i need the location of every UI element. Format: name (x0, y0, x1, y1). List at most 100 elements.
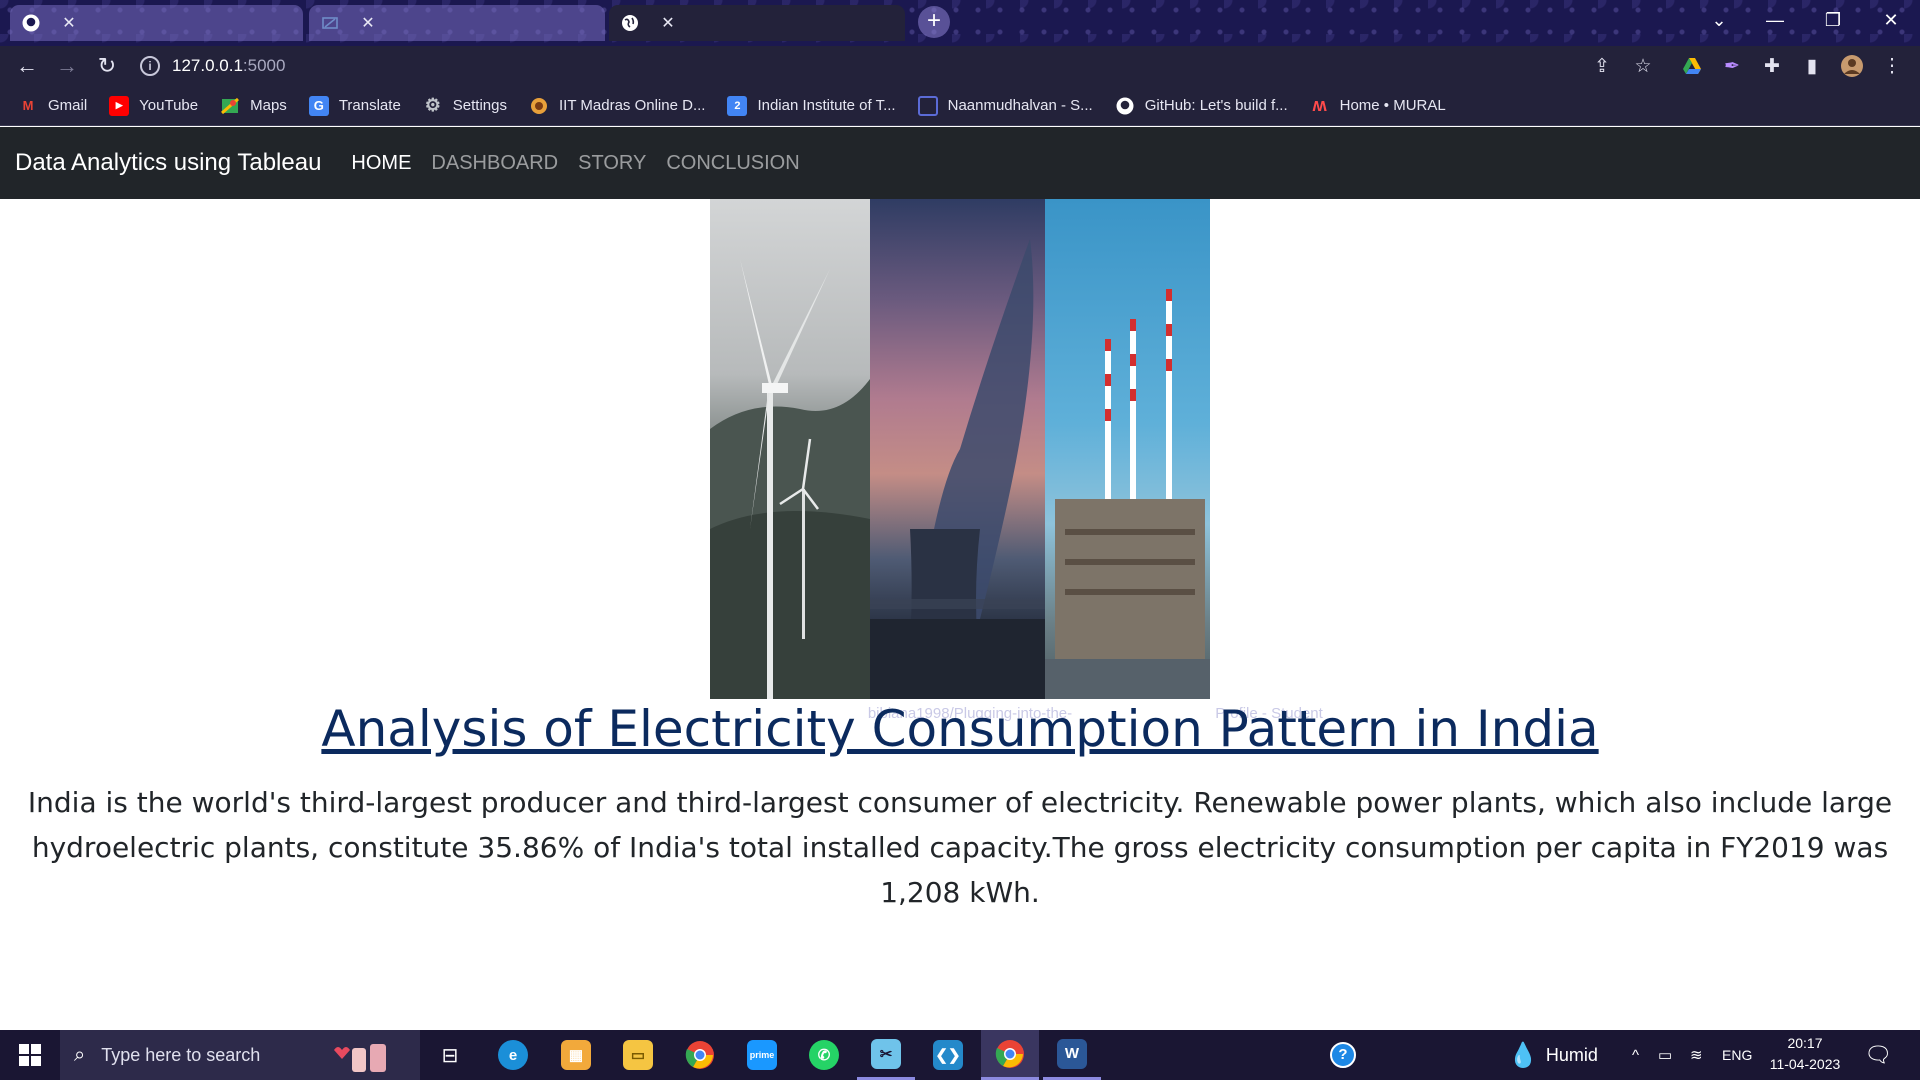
google-drive-icon[interactable] (1678, 52, 1706, 80)
nav-story[interactable]: STORY (578, 152, 646, 175)
bookmark-label: Maps (250, 97, 287, 114)
battery-icon[interactable]: ▭ (1658, 1030, 1672, 1080)
hero-image (710, 199, 1210, 699)
taskbar-search-placeholder: Type here to search (101, 1044, 261, 1065)
bookmark-indian-institute[interactable]: 2 Indian Institute of T... (727, 95, 896, 116)
notification-icon[interactable]: 🗨 (1864, 1030, 1892, 1080)
close-window-button[interactable]: ✕ (1864, 0, 1918, 40)
wind-turbine-image (710, 199, 870, 699)
bookmark-github[interactable]: GitHub: Let's build f... (1115, 96, 1288, 116)
back-button[interactable]: ← (12, 51, 42, 81)
site-navbar: Data Analytics using Tableau HOME DASHBO… (0, 127, 1920, 199)
site-info-icon[interactable]: i (140, 56, 160, 76)
minimize-button[interactable]: — (1748, 0, 1802, 40)
bookmark-label: Translate (338, 97, 401, 114)
bookmark-mural[interactable]: ʍ Home • MURAL (1310, 95, 1446, 116)
nav-dashboard[interactable]: DASHBOARD (431, 152, 558, 175)
show-hidden-icons[interactable]: ^ (1632, 1030, 1639, 1080)
bookmark-star-icon[interactable]: ☆ (1629, 52, 1657, 80)
store-icon[interactable]: ▦ (547, 1030, 605, 1080)
bookmark-label: Home • MURAL (1339, 97, 1446, 114)
nav-home[interactable]: HOME (351, 152, 411, 175)
windows-taskbar: ⌕ Type here to search ⊟ e ▦ ▭ prime ✆ ✂ … (0, 1030, 1920, 1080)
bookmark-gmail[interactable]: M Gmail (18, 96, 88, 116)
bookmark-naanmudhalvan[interactable]: Naanmudhalvan - S... (917, 95, 1093, 116)
chrome-profile-icon[interactable] (981, 1030, 1039, 1080)
address-port: :5000 (242, 56, 286, 75)
pen-extension-icon[interactable]: ✒ (1718, 52, 1746, 80)
page-title: Analysis of Electricity Consumption Patt… (0, 700, 1920, 758)
github-icon (1115, 96, 1135, 116)
new-tab-button[interactable]: + (918, 6, 950, 38)
browser-toolbar: ← → ↻ i 127.0.0.1:5000 ⇪ ☆ ✒ ✚ ▮ ⋮ (0, 46, 1920, 86)
snipping-tool-icon[interactable]: ✂ (857, 1030, 915, 1080)
cooling-tower-image (870, 199, 1045, 699)
wifi-icon[interactable]: ≋ (1690, 1030, 1703, 1080)
share-icon[interactable]: ⇪ (1588, 52, 1616, 80)
weather-text: Humid (1545, 1044, 1598, 1065)
browser-tab-strip: bibiana1998/Plugging-into-the- ✕ Profile… (0, 0, 1920, 722)
clock-date: 11-04-2023 (1769, 1056, 1841, 1072)
bookmark-label: GitHub: Let's build f... (1144, 97, 1288, 114)
whatsapp-icon[interactable]: ✆ (795, 1030, 853, 1080)
task-view-icon[interactable]: ⊟ (421, 1030, 479, 1080)
bookmark-maps[interactable]: Maps (220, 96, 287, 116)
gear-icon: ⚙ (424, 95, 441, 115)
bookmark-label: Gmail (48, 97, 88, 114)
side-panel-icon[interactable]: ▮ (1798, 52, 1826, 80)
chrome-icon[interactable] (671, 1030, 729, 1080)
bookmark-label: IIT Madras Online D... (559, 97, 706, 114)
clock[interactable]: 20:17 11-04-2023 (1760, 1033, 1850, 1075)
search-icon: ⌕ (74, 1043, 86, 1066)
bookmark-settings[interactable]: ⚙ Settings (423, 95, 507, 116)
chrome-menu-icon[interactable]: ⋮ (1878, 52, 1906, 80)
thermal-power-plant-image (1045, 199, 1210, 699)
navbar-brand[interactable]: Data Analytics using Tableau (15, 149, 321, 177)
close-icon[interactable]: ✕ (359, 13, 377, 33)
word-icon[interactable]: W (1043, 1030, 1101, 1080)
windows-start-icon[interactable] (0, 1030, 60, 1080)
prime-video-icon[interactable]: prime (733, 1030, 791, 1080)
bookmarks-bar: M Gmail ▶ YouTube Maps G Translate ⚙ Set… (0, 86, 1920, 126)
intro-paragraph: India is the world's third-largest produ… (27, 786, 1893, 909)
tab-github[interactable]: bibiana1998/Plugging-into-the- ✕ (10, 5, 1072, 722)
iitm-icon (529, 96, 549, 116)
bookmark-label: Naanmudhalvan - S... (947, 97, 1093, 114)
vscode-icon[interactable]: ❮❯ (919, 1030, 977, 1080)
student-portal-icon (321, 14, 339, 32)
page-title-link[interactable]: Analysis of Electricity Consumption Patt… (321, 700, 1598, 758)
tab-profile[interactable]: Profile - Student ✕ (309, 5, 1323, 722)
tab-bootstrap-demo[interactable]: Bootstrap demo ✕ (609, 5, 1622, 722)
address-host: 127.0.0.1 (172, 56, 243, 75)
help-icon[interactable]: ? (1330, 1030, 1356, 1080)
bookmark-label: YouTube (139, 97, 199, 114)
restore-button[interactable]: ❐ (1806, 0, 1860, 40)
youtube-icon: ▶ (109, 95, 130, 116)
search-highlight-icon (322, 1036, 412, 1080)
tab-search-icon[interactable]: ⌄ (1692, 0, 1746, 40)
weather-widget[interactable]: 💧 Humid (1508, 1030, 1598, 1080)
reload-button[interactable]: ↻ (92, 51, 122, 81)
calendar-icon: 2 (727, 95, 748, 116)
edge-icon[interactable]: e (484, 1030, 542, 1080)
bookmark-youtube[interactable]: ▶ YouTube (109, 95, 199, 116)
globe-icon (621, 14, 639, 32)
nav-conclusion[interactable]: CONCLUSION (666, 152, 799, 175)
profile-avatar[interactable] (1838, 52, 1866, 80)
bookmark-iitm[interactable]: IIT Madras Online D... (529, 96, 705, 116)
clock-time: 20:17 (1787, 1035, 1823, 1051)
bookmark-label: Indian Institute of T... (757, 97, 896, 114)
taskbar-search[interactable]: ⌕ Type here to search (60, 1030, 420, 1080)
raindrop-icon: 💧 (1508, 1041, 1538, 1069)
forward-button[interactable]: → (52, 51, 82, 81)
close-icon[interactable]: ✕ (60, 13, 78, 33)
language-indicator[interactable]: ENG (1722, 1030, 1752, 1080)
extensions-puzzle-icon[interactable]: ✚ (1758, 52, 1786, 80)
file-explorer-icon[interactable]: ▭ (609, 1030, 667, 1080)
address-bar[interactable]: i 127.0.0.1:5000 (140, 50, 1640, 82)
language-text: ENG (1722, 1047, 1753, 1063)
mural-icon: ʍ (1312, 95, 1327, 115)
close-icon[interactable]: ✕ (659, 13, 677, 33)
bookmark-translate[interactable]: G Translate (308, 95, 401, 116)
page-icon (917, 95, 938, 116)
